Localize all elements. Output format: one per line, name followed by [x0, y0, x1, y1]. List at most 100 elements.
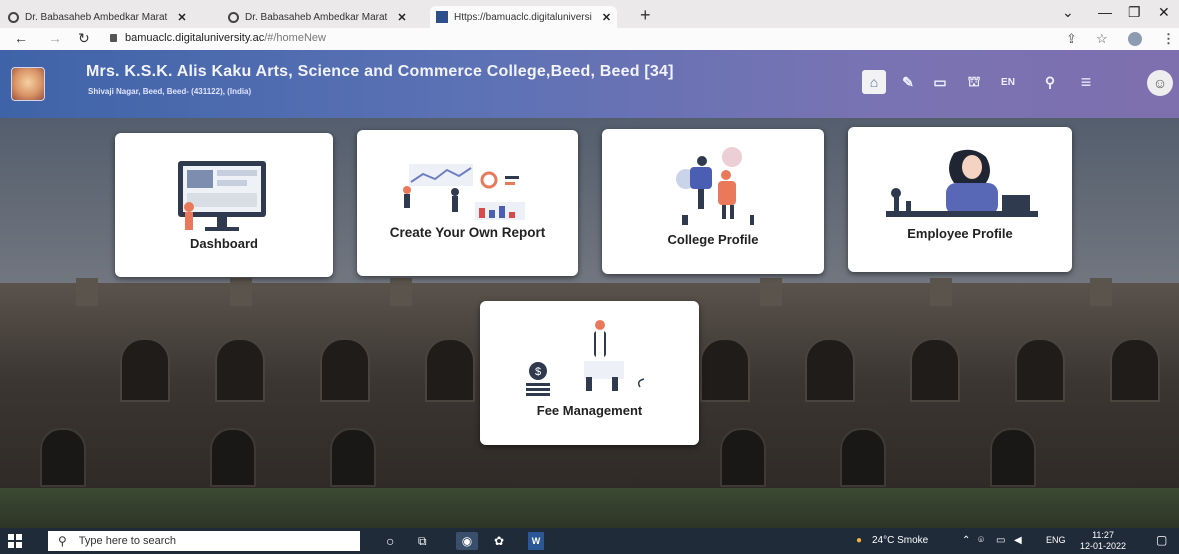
- arched-window: [1015, 338, 1065, 402]
- battlement: [230, 278, 252, 306]
- report-illustration-icon: [403, 164, 525, 220]
- tab-title: Dr. Babasaheb Ambedkar Marat: [25, 11, 168, 23]
- forward-icon[interactable]: →: [48, 30, 62, 46]
- new-tab-button[interactable]: +: [640, 5, 651, 26]
- tab-title: Dr. Babasaheb Ambedkar Marat: [245, 11, 388, 23]
- dashboard-illustration-icon: [178, 161, 266, 231]
- app-header: Mrs. K.S.K. Alis Kaku Arts, Science and …: [0, 50, 1179, 118]
- close-tab-icon[interactable]: ✕: [177, 11, 186, 24]
- paint-icon[interactable]: ✿: [494, 532, 504, 550]
- dashboard-tile[interactable]: Dashboard: [115, 133, 333, 277]
- college-logo[interactable]: [11, 67, 45, 101]
- input-language[interactable]: ENG: [1046, 535, 1066, 545]
- back-icon[interactable]: ←: [14, 30, 28, 46]
- restore-icon[interactable]: ❐: [1128, 4, 1141, 21]
- star-icon[interactable]: ☆: [1096, 31, 1108, 47]
- clock-date: 12-01-2022: [1080, 541, 1127, 551]
- college-profile-tile[interactable]: College Profile: [602, 129, 824, 274]
- close-tab-icon[interactable]: ✕: [602, 11, 611, 24]
- browser-tab-2[interactable]: Dr. Babasaheb Ambedkar Marat ✕: [228, 6, 407, 28]
- close-tab-icon[interactable]: ✕: [397, 11, 406, 24]
- cortana-icon[interactable]: ○: [386, 532, 394, 550]
- id-card-icon[interactable]: ▭: [928, 70, 952, 94]
- chevron-up-icon[interactable]: ⌃: [962, 535, 970, 546]
- lock-icon: [110, 34, 117, 42]
- graduation-cap-icon[interactable]: ✎: [896, 70, 920, 94]
- arched-window: [805, 338, 855, 402]
- college-profile-label: College Profile: [667, 232, 759, 247]
- lower-window: [720, 428, 766, 487]
- reload-icon[interactable]: ↻: [78, 30, 90, 47]
- minimize-icon[interactable]: —: [1098, 4, 1112, 20]
- address-bar: ← → ↻ bamuaclc.digitaluniversity.ac /#/h…: [0, 28, 1179, 51]
- bank-icon[interactable]: ⛫: [962, 70, 986, 94]
- lower-window: [840, 428, 886, 487]
- battlement: [390, 278, 412, 306]
- lower-window: [990, 428, 1036, 487]
- home-icon[interactable]: ⌂: [862, 70, 886, 94]
- network-icon[interactable]: ⌾: [978, 535, 984, 546]
- site-favicon-icon: [436, 11, 448, 23]
- lawn: [0, 488, 1179, 528]
- arched-window: [700, 338, 750, 402]
- arched-window: [215, 338, 265, 402]
- lower-window: [210, 428, 256, 487]
- battlement: [1090, 278, 1112, 306]
- battlement: [76, 278, 98, 306]
- url-host: bamuaclc.digitaluniversity.ac: [125, 32, 265, 44]
- profile-icon[interactable]: [1128, 32, 1142, 46]
- employee-profile-tile[interactable]: Employee Profile: [848, 127, 1072, 272]
- url-field[interactable]: bamuaclc.digitaluniversity.ac /#/homeNew: [110, 32, 326, 44]
- weather-text[interactable]: 24°C Smoke: [872, 535, 928, 546]
- employee-profile-illustration-icon: [886, 149, 1038, 217]
- tab-title: Https://bamuaclc.digitaluniversi: [454, 11, 592, 23]
- lower-window: [330, 428, 376, 487]
- globe-icon: [8, 11, 19, 23]
- volume-icon[interactable]: ◀: [1014, 535, 1022, 546]
- arched-window: [1110, 338, 1160, 402]
- browser-tab-3[interactable]: Https://bamuaclc.digitaluniversi ✕: [430, 6, 618, 28]
- search-placeholder: Type here to search: [78, 535, 177, 547]
- svg-text:$: $: [535, 366, 541, 378]
- fee-management-tile[interactable]: $ Fee Management: [480, 301, 699, 445]
- task-view-icon[interactable]: ⧉: [418, 532, 427, 550]
- create-report-label: Create Your Own Report: [389, 225, 546, 240]
- share-icon[interactable]: ⇪: [1066, 31, 1077, 47]
- browser-tab-1[interactable]: Dr. Babasaheb Ambedkar Marat ✕: [8, 6, 187, 28]
- kebab-menu-icon[interactable]: ⋮: [1162, 31, 1175, 47]
- notification-icon[interactable]: ▢: [1156, 533, 1167, 547]
- create-report-tile[interactable]: Create Your Own Report: [357, 130, 578, 276]
- employee-profile-label: Employee Profile: [907, 226, 1013, 241]
- arched-window: [425, 338, 475, 402]
- search-icon[interactable]: ⚲: [1038, 70, 1062, 94]
- browser-tab-strip: Dr. Babasaheb Ambedkar Marat ✕ Dr. Babas…: [0, 0, 1179, 28]
- windows-taskbar: ⚲ Type here to search ○ ⧉ ◉ ✿ W ● 24°C S…: [0, 528, 1179, 554]
- arched-window: [120, 338, 170, 402]
- windows-start-icon[interactable]: [8, 534, 22, 548]
- display-icon[interactable]: ▭: [996, 535, 1005, 546]
- language-toggle[interactable]: EN: [996, 70, 1020, 94]
- college-profile-illustration-icon: [676, 147, 754, 225]
- clock-time: 11:27: [1092, 530, 1114, 540]
- lower-window: [40, 428, 86, 487]
- user-avatar-icon[interactable]: ☺: [1147, 70, 1173, 96]
- search-icon: ⚲: [58, 534, 67, 548]
- arched-window: [910, 338, 960, 402]
- taskbar-search-box[interactable]: ⚲ Type here to search: [48, 531, 360, 551]
- system-clock[interactable]: 11:27 12-01-2022: [1080, 530, 1126, 552]
- close-window-icon[interactable]: ✕: [1158, 4, 1170, 21]
- battlement: [760, 278, 782, 306]
- weather-icon[interactable]: ●: [856, 535, 862, 546]
- fee-management-illustration-icon: $: [526, 320, 645, 396]
- arched-window: [320, 338, 370, 402]
- globe-icon: [228, 11, 239, 23]
- chrome-icon[interactable]: ◉: [456, 532, 478, 550]
- fee-management-label: Fee Management: [536, 403, 643, 418]
- dashboard-label: Dashboard: [190, 236, 258, 251]
- tab-search-icon[interactable]: ⌄: [1062, 4, 1074, 21]
- word-icon[interactable]: W: [528, 532, 544, 550]
- college-name: Mrs. K.S.K. Alis Kaku Arts, Science and …: [86, 63, 674, 80]
- battlement: [930, 278, 952, 306]
- url-path: /#/homeNew: [264, 32, 326, 44]
- menu-icon[interactable]: ≡: [1074, 70, 1098, 94]
